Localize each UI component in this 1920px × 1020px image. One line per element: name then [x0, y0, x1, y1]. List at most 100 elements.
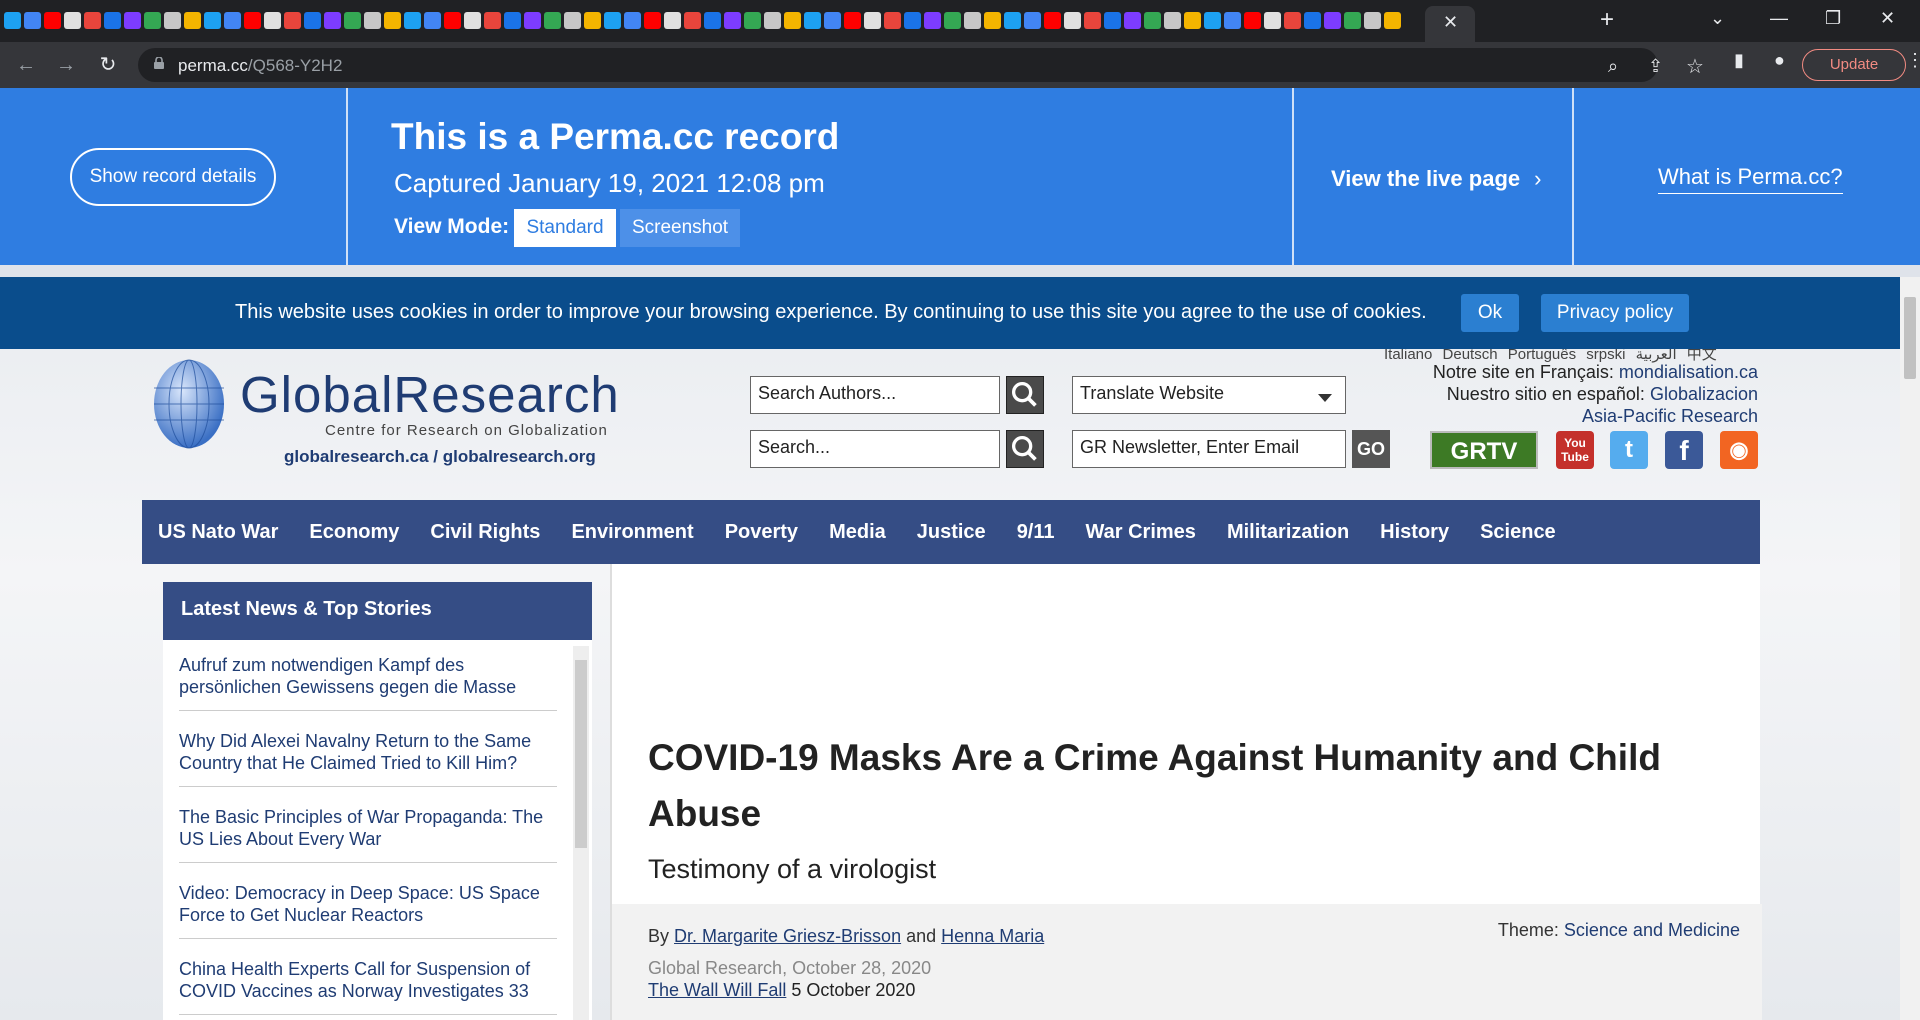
tab-favicon-icon[interactable]: [524, 12, 541, 29]
side-panel-icon[interactable]: ▮: [1734, 50, 1744, 71]
tab-favicon-icon[interactable]: [884, 12, 901, 29]
nav-item[interactable]: Economy: [309, 521, 399, 544]
tab-favicon-icon[interactable]: [164, 12, 181, 29]
nav-item[interactable]: US Nato War: [158, 521, 278, 544]
newsletter-email-input[interactable]: GR Newsletter, Enter Email: [1072, 430, 1346, 468]
nav-item[interactable]: Militarization: [1227, 521, 1349, 544]
sidebar-news-item[interactable]: Why Did Alexei Navalny Return to the Sam…: [179, 730, 557, 787]
tab-favicon-icon[interactable]: [264, 12, 281, 29]
forward-icon[interactable]: →: [52, 51, 80, 79]
tab-favicon-icon[interactable]: [24, 12, 41, 29]
tab-favicon-icon[interactable]: [444, 12, 461, 29]
zoom-icon[interactable]: ⌕: [1608, 56, 1618, 77]
spanish-site-link[interactable]: Globalizacion: [1650, 384, 1758, 404]
youtube-icon[interactable]: You Tube: [1556, 431, 1594, 469]
tab-favicon-icon[interactable]: [204, 12, 221, 29]
tab-favicon-icon[interactable]: [1044, 12, 1061, 29]
tab-favicon-icon[interactable]: [1364, 12, 1381, 29]
sidebar-scroll-thumb[interactable]: [575, 660, 587, 848]
tab-favicon-icon[interactable]: [564, 12, 581, 29]
author-link-1[interactable]: Dr. Margarite Griesz-Brisson: [674, 926, 901, 946]
search-authors-input[interactable]: Search Authors...: [750, 376, 1000, 414]
privacy-policy-button[interactable]: Privacy policy: [1541, 294, 1689, 332]
tab-favicon-icon[interactable]: [344, 12, 361, 29]
tab-favicon-icon[interactable]: [1224, 12, 1241, 29]
sidebar-news-item[interactable]: China Health Experts Call for Suspension…: [179, 958, 557, 1015]
tab-favicon-icon[interactable]: [304, 12, 321, 29]
tab-favicon-icon[interactable]: [924, 12, 941, 29]
page-scrollbar[interactable]: [1900, 277, 1920, 1020]
tab-favicon-icon[interactable]: [424, 12, 441, 29]
tab-favicon-icon[interactable]: [224, 12, 241, 29]
address-bar[interactable]: perma.cc/Q568-Y2H2 ⌕ ⇪ ☆: [138, 48, 1704, 82]
tab-favicon-icon[interactable]: [144, 12, 161, 29]
translate-website-select[interactable]: Translate Website: [1072, 376, 1346, 414]
grtv-logo-button[interactable]: GRTV: [1430, 431, 1538, 469]
nav-item[interactable]: Science: [1480, 521, 1556, 544]
update-button[interactable]: Update: [1802, 49, 1906, 81]
tab-favicon-icon[interactable]: [504, 12, 521, 29]
show-record-details-button[interactable]: Show record details: [70, 148, 276, 206]
active-tab[interactable]: ✕: [1425, 6, 1475, 42]
theme-link[interactable]: Science and Medicine: [1564, 920, 1740, 940]
tab-favicon-icon[interactable]: [944, 12, 961, 29]
tab-favicon-icon[interactable]: [1084, 12, 1101, 29]
tab-favicon-icon[interactable]: [44, 12, 61, 29]
tab-favicon-icon[interactable]: [1144, 12, 1161, 29]
tab-favicon-icon[interactable]: [864, 12, 881, 29]
search-authors-button[interactable]: [1006, 376, 1044, 414]
tab-favicon-icon[interactable]: [1264, 12, 1281, 29]
tab-favicon-icon[interactable]: [804, 12, 821, 29]
tab-favicon-icon[interactable]: [1244, 12, 1261, 29]
reload-icon[interactable]: ↻: [94, 51, 122, 79]
tab-favicon-icon[interactable]: [1124, 12, 1141, 29]
tab-favicon-icon[interactable]: [624, 12, 641, 29]
tab-favicon-icon[interactable]: [1164, 12, 1181, 29]
tab-favicon-icon[interactable]: [684, 12, 701, 29]
nav-item[interactable]: 9/11: [1017, 521, 1055, 544]
tab-favicon-icon[interactable]: [664, 12, 681, 29]
tab-favicon-icon[interactable]: [744, 12, 761, 29]
nav-item[interactable]: Civil Rights: [430, 521, 540, 544]
tab-favicon-icon[interactable]: [244, 12, 261, 29]
tab-favicon-icon[interactable]: [1064, 12, 1081, 29]
tab-favicon-icon[interactable]: [1104, 12, 1121, 29]
restore-icon[interactable]: ❐: [1825, 8, 1841, 29]
tab-favicon-icon[interactable]: [324, 12, 341, 29]
tab-favicon-icon[interactable]: [1304, 12, 1321, 29]
tab-favicon-icon[interactable]: [1184, 12, 1201, 29]
tab-favicon-icon[interactable]: [1344, 12, 1361, 29]
tab-favicon-icon[interactable]: [484, 12, 501, 29]
tab-favicon-icon[interactable]: [1024, 12, 1041, 29]
newsletter-go-button[interactable]: GO: [1352, 430, 1390, 468]
share-icon[interactable]: ⇪: [1648, 56, 1663, 77]
nav-item[interactable]: War Crimes: [1086, 521, 1196, 544]
sidebar-news-item[interactable]: Aufruf zum notwendigen Kampf des persönl…: [179, 654, 557, 711]
tab-favicon-icon[interactable]: [1204, 12, 1221, 29]
tab-favicon-icon[interactable]: [964, 12, 981, 29]
tab-favicon-icon[interactable]: [284, 12, 301, 29]
page-scroll-thumb[interactable]: [1904, 297, 1916, 379]
tab-favicon-icon[interactable]: [364, 12, 381, 29]
nav-item[interactable]: Media: [829, 521, 886, 544]
tab-favicon-icon[interactable]: [464, 12, 481, 29]
tab-favicon-icon[interactable]: [384, 12, 401, 29]
new-tab-icon[interactable]: +: [1600, 6, 1614, 34]
nav-item[interactable]: History: [1380, 521, 1449, 544]
twitter-icon[interactable]: t: [1610, 431, 1648, 469]
tab-favicon-icon[interactable]: [1384, 12, 1401, 29]
tab-favicon-icon[interactable]: [4, 12, 21, 29]
nav-item[interactable]: Poverty: [725, 521, 798, 544]
asia-pacific-link[interactable]: Asia-Pacific Research: [1582, 406, 1758, 426]
french-site-link[interactable]: mondialisation.ca: [1619, 362, 1758, 382]
tab-favicon-icon[interactable]: [404, 12, 421, 29]
tab-favicon-icon[interactable]: [1284, 12, 1301, 29]
author-link-2[interactable]: Henna Maria: [941, 926, 1044, 946]
back-icon[interactable]: ←: [12, 51, 40, 79]
view-mode-screenshot-button[interactable]: Screenshot: [620, 209, 740, 247]
cookie-ok-button[interactable]: Ok: [1461, 294, 1519, 332]
nav-item[interactable]: Justice: [917, 521, 986, 544]
nav-item[interactable]: Environment: [571, 521, 693, 544]
globe-logo-icon[interactable]: [152, 358, 226, 450]
tab-search-chevron-icon[interactable]: ⌄: [1710, 8, 1725, 29]
